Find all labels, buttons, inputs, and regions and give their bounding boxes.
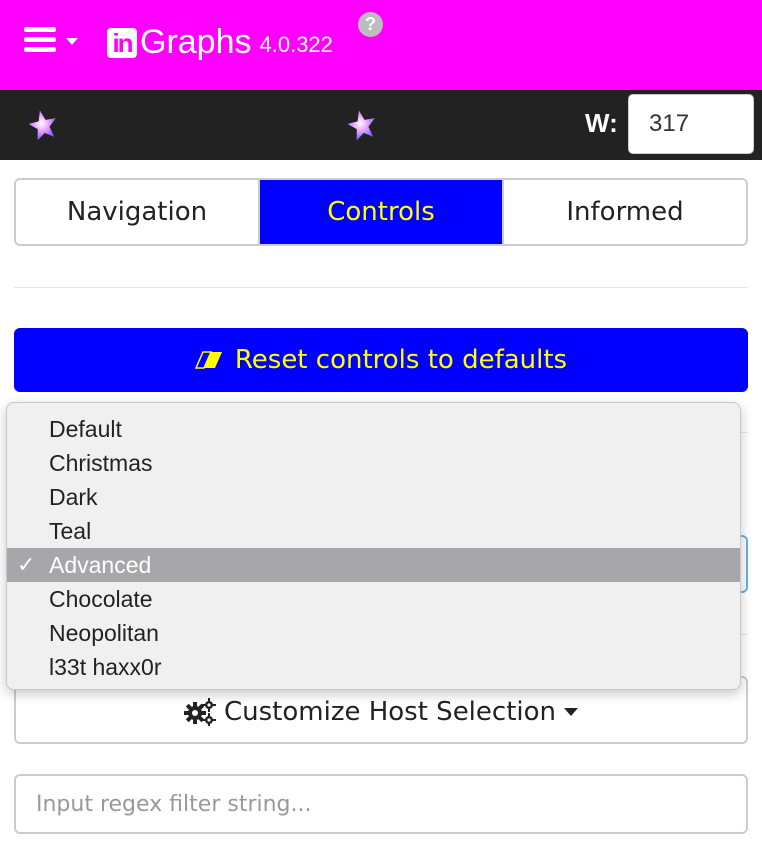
width-input[interactable] xyxy=(628,94,754,154)
eraser-icon xyxy=(194,351,222,369)
width-label: W: xyxy=(585,108,618,138)
caret-down-icon xyxy=(564,708,579,716)
main-menu-button[interactable] xyxy=(24,26,84,56)
tab-navigation[interactable]: Navigation xyxy=(16,180,258,244)
star-icon[interactable] xyxy=(345,108,379,142)
divider xyxy=(14,287,748,288)
option-label: Neopolitan xyxy=(49,620,159,646)
theme-option-neopolitan[interactable]: Neopolitan xyxy=(7,616,740,650)
tab-informed[interactable]: Informed xyxy=(502,180,746,244)
theme-dropdown-menu: Default Christmas Dark Teal ✓ Advanced Ch… xyxy=(6,402,741,690)
theme-option-christmas[interactable]: Christmas xyxy=(7,446,740,480)
reset-controls-button[interactable]: Reset controls to defaults xyxy=(14,328,748,392)
theme-option-advanced[interactable]: ✓ Advanced xyxy=(7,548,740,582)
logo-mark: in xyxy=(107,28,137,58)
option-label: Teal xyxy=(49,518,92,544)
star-icon[interactable] xyxy=(26,108,60,142)
theme-option-chocolate[interactable]: Chocolate xyxy=(7,582,740,616)
regex-filter-input[interactable] xyxy=(14,774,748,834)
tab-controls[interactable]: Controls xyxy=(258,180,502,244)
option-label: Christmas xyxy=(49,450,153,476)
option-label: Chocolate xyxy=(49,586,153,612)
caret-down-icon xyxy=(66,38,78,45)
theme-option-teal[interactable]: Teal xyxy=(7,514,740,548)
option-label: Advanced xyxy=(49,552,152,578)
option-label: Default xyxy=(49,416,122,442)
checkmark-icon: ✓ xyxy=(17,552,36,577)
hamburger-icon xyxy=(24,27,56,53)
customize-host-selection-label: Customize Host Selection xyxy=(223,697,557,727)
app-version: 4.0.322 xyxy=(259,32,333,57)
app-header: in Graphs 4.0.322 ? xyxy=(0,0,762,90)
help-icon[interactable]: ? xyxy=(358,12,383,37)
theme-option-dark[interactable]: Dark xyxy=(7,480,740,514)
tab-bar: Navigation Controls Informed xyxy=(14,178,748,246)
option-label: l33t haxx0r xyxy=(49,654,162,680)
theme-option-l33t-haxx0r[interactable]: l33t haxx0r xyxy=(7,650,740,684)
option-label: Dark xyxy=(49,484,98,510)
cogs-icon xyxy=(183,698,216,726)
theme-option-default[interactable]: Default xyxy=(7,412,740,446)
app-logo[interactable]: in Graphs 4.0.322 xyxy=(107,22,333,62)
logo-text: Graphs xyxy=(140,23,252,61)
reset-controls-label: Reset controls to defaults xyxy=(234,345,568,375)
